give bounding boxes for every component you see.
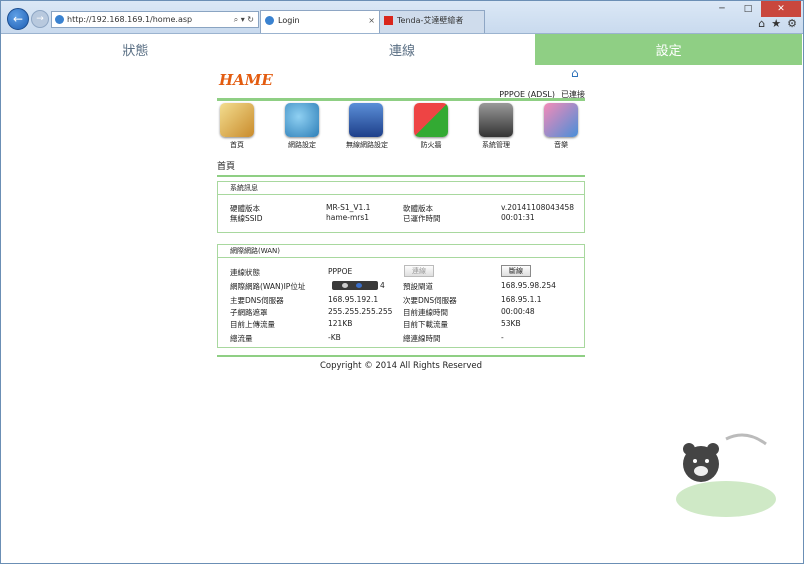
wan-ip-label: 網際網路(WAN)IP位址 <box>230 282 306 291</box>
minimize-icon[interactable]: ─ <box>709 1 735 17</box>
address-controls[interactable]: ⌕ ▾ ↻ <box>234 12 254 27</box>
total-time-label: 總連線時間 <box>403 334 441 343</box>
wan-status-label: 連線狀態 <box>230 268 260 277</box>
close-icon[interactable]: ✕ <box>761 1 801 17</box>
menu-firewall[interactable]: 防火牆 <box>411 103 451 150</box>
menu-label: 網路設定 <box>288 141 316 149</box>
nav-tab-settings[interactable]: 設定 <box>535 34 803 65</box>
menu-network[interactable]: 網路設定 <box>282 103 322 150</box>
favorites-star-icon[interactable]: ★ <box>771 17 781 30</box>
tab-close-icon[interactable]: × <box>368 11 375 31</box>
address-bar[interactable]: http://192.168.169.1/home.asp ⌕ ▾ ↻ <box>51 11 259 28</box>
download-label: 目前下載流量 <box>403 320 448 329</box>
ssid-value: hame-mrs1 <box>326 213 370 222</box>
hw-version-value: MR-S1_V1.1 <box>326 203 371 212</box>
title-divider <box>217 175 585 177</box>
home-icon[interactable]: ⌂ <box>758 17 765 30</box>
menu-label: 音樂 <box>554 141 568 149</box>
ie-page-icon <box>55 15 64 24</box>
system-info-panel: 系統訊息 硬體版本 MR-S1_V1.1 軟體版本 v.201411080434… <box>217 181 585 233</box>
copyright: Copyright © 2014 All Rights Reserved <box>319 361 483 371</box>
dns1-value: 168.95.192.1 <box>328 295 379 304</box>
wan-status-value: PPPOE <box>328 267 353 276</box>
home-link-icon[interactable]: ⌂ <box>571 66 579 80</box>
menu-label: 系統管理 <box>482 141 510 149</box>
overlay-dot-icon <box>342 283 348 288</box>
conn-time-label: 目前連線時間 <box>403 308 448 317</box>
browser-right-icons: ⌂ ★ ⚙ <box>758 17 797 30</box>
mask-value: 255.255.255.255 <box>328 307 393 316</box>
ip-hidden-overlay <box>332 281 378 290</box>
wan-ip-value: 4 <box>380 281 385 290</box>
wireless-settings-icon[interactable] <box>349 103 383 137</box>
wan-title: 網際網路(WAN) <box>218 245 584 258</box>
help-icon <box>356 283 362 288</box>
top-nav: 狀態 連線 設定 <box>2 34 803 65</box>
bear-watermark-logo <box>676 433 776 517</box>
menu-wireless[interactable]: 無線網路設定 <box>346 103 388 150</box>
tab-label: Login <box>278 16 300 25</box>
page-title: 首頁 <box>217 162 236 172</box>
connect-button[interactable]: 連線 <box>404 265 434 277</box>
wan-panel: 網際網路(WAN) 連線狀態 PPPOE 連線 斷線 網際網路(WAN)IP位址… <box>217 244 585 348</box>
gateway-value: 168.95.98.254 <box>501 281 556 290</box>
nav-tab-status[interactable]: 狀態 <box>2 34 269 65</box>
dns2-value: 168.95.1.1 <box>501 295 542 304</box>
menu-label: 防火牆 <box>420 141 442 149</box>
tenda-tab-icon <box>384 16 393 25</box>
forward-button[interactable]: → <box>31 10 49 28</box>
gateway-label: 預設閘道 <box>403 282 433 291</box>
tab-label: Tenda-艾達壁繪者 <box>397 16 464 25</box>
sw-version-value: v.20141108043458 <box>501 203 575 212</box>
uptime-value: 00:01:31 <box>501 213 535 222</box>
menu-home[interactable]: 首頁 <box>217 103 257 150</box>
system-admin-icon[interactable] <box>479 103 513 137</box>
home-menu-icon[interactable] <box>220 103 254 137</box>
hame-logo: HAME <box>219 71 273 89</box>
total-time-value: - <box>501 333 504 342</box>
menu-label: 無線網路設定 <box>346 141 388 149</box>
back-button[interactable]: ← <box>7 8 29 30</box>
header-divider <box>217 98 585 101</box>
uptime-label: 已運作時間 <box>403 214 441 223</box>
system-info-title: 系統訊息 <box>218 182 584 195</box>
download-value: 53KB <box>501 319 521 328</box>
upload-value: 121KB <box>328 319 353 328</box>
dns2-label: 次要DNS伺服器 <box>403 296 457 305</box>
menu-icons: 首頁 網路設定 無線網路設定 防火牆 系統管理 音樂 <box>217 103 585 151</box>
browser-toolbar: ← → http://192.168.169.1/home.asp ⌕ ▾ ↻ … <box>1 1 803 34</box>
tab-login[interactable]: Login × <box>260 10 380 33</box>
firewall-icon[interactable] <box>414 103 448 137</box>
ssid-label: 無線SSID <box>230 214 263 223</box>
conn-time-value: 00:00:48 <box>501 307 535 316</box>
menu-music[interactable]: 音樂 <box>541 103 581 150</box>
gear-icon[interactable]: ⚙ <box>787 17 797 30</box>
address-url[interactable]: http://192.168.169.1/home.asp <box>67 12 192 27</box>
upload-label: 目前上傳流量 <box>230 320 275 329</box>
mask-label: 子網路遮罩 <box>230 308 268 317</box>
tab-tenda[interactable]: Tenda-艾達壁繪者 <box>379 10 485 33</box>
nav-tab-connection[interactable]: 連線 <box>269 34 536 65</box>
footer-divider <box>217 355 585 357</box>
total-traffic-label: 總流量 <box>230 334 253 343</box>
menu-system[interactable]: 系統管理 <box>476 103 516 150</box>
ie-tab-icon <box>265 16 274 25</box>
music-icon[interactable] <box>544 103 578 137</box>
menu-label: 首頁 <box>230 141 244 149</box>
maximize-icon[interactable]: □ <box>735 1 761 17</box>
network-settings-icon[interactable] <box>285 103 319 137</box>
disconnect-button[interactable]: 斷線 <box>501 265 531 277</box>
browser-window: ← → http://192.168.169.1/home.asp ⌕ ▾ ↻ … <box>0 0 804 564</box>
window-controls: ─ □ ✕ <box>709 1 801 17</box>
dns1-label: 主要DNS伺服器 <box>230 296 284 305</box>
total-traffic-value: -KB <box>328 333 341 342</box>
